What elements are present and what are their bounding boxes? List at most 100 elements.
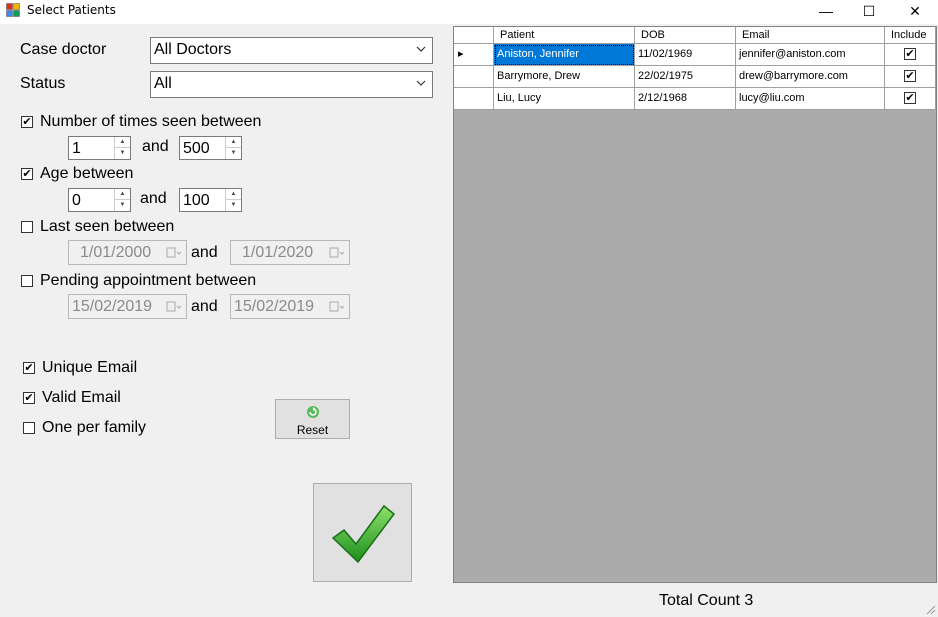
age-to-input[interactable]: 100 ▲ ▼ xyxy=(179,188,242,212)
window-title: Select Patients xyxy=(27,3,116,17)
cell-email[interactable]: lucy@liu.com xyxy=(736,88,885,110)
times-seen-from-value: 1 xyxy=(72,140,81,157)
check-mark-icon: ✔ xyxy=(22,167,32,180)
cell-dob[interactable]: 11/02/1969 xyxy=(635,44,736,66)
calendar-dropdown-icon xyxy=(329,247,345,258)
include-checkbox[interactable]: ✔ xyxy=(904,48,916,60)
one-per-family-label: One per family xyxy=(42,419,147,436)
cell-include[interactable]: ✔ xyxy=(885,44,936,66)
case-doctor-label: Case doctor xyxy=(20,41,107,58)
minimize-button[interactable]: — xyxy=(803,0,849,22)
maximize-button[interactable]: ☐ xyxy=(846,0,892,22)
times-seen-label: Number of times seen between xyxy=(40,113,262,130)
column-header-include[interactable]: Include xyxy=(885,27,936,44)
status-value: All xyxy=(154,75,172,92)
check-mark-icon: ✔ xyxy=(24,361,34,374)
pending-appointment-checkbox[interactable] xyxy=(21,275,33,287)
minimize-icon: — xyxy=(819,3,833,19)
column-header-patient[interactable]: Patient xyxy=(494,27,635,44)
last-seen-to-value: 1/01/2020 xyxy=(242,244,314,261)
check-mark-icon: ✔ xyxy=(905,91,915,104)
pending-to-value: 15/02/2019 xyxy=(234,298,315,315)
spin-buttons: ▲ ▼ xyxy=(114,137,130,159)
row-header[interactable]: ▸ xyxy=(454,44,494,66)
total-count: Total Count 3 xyxy=(659,592,754,609)
unique-email-checkbox[interactable]: ✔ xyxy=(23,362,35,374)
current-row-icon: ▸ xyxy=(458,48,464,60)
row-header[interactable] xyxy=(454,66,494,88)
cell-include[interactable]: ✔ xyxy=(885,66,936,88)
pending-from-date[interactable]: 15/02/2019 xyxy=(68,294,187,319)
age-checkbox[interactable]: ✔ xyxy=(21,168,33,180)
last-seen-from-value: 1/01/2000 xyxy=(80,244,152,261)
case-doctor-value: All Doctors xyxy=(154,41,232,58)
spin-up-icon[interactable]: ▲ xyxy=(226,137,241,148)
cell-include[interactable]: ✔ xyxy=(885,88,936,110)
valid-email-checkbox[interactable]: ✔ xyxy=(23,392,35,404)
cell-email[interactable]: drew@barrymore.com xyxy=(736,66,885,88)
row-header[interactable] xyxy=(454,88,494,110)
spin-up-icon[interactable]: ▲ xyxy=(115,137,130,148)
spin-up-icon[interactable]: ▲ xyxy=(226,189,241,200)
maximize-icon: ☐ xyxy=(862,2,876,19)
spin-buttons: ▲ ▼ xyxy=(114,189,130,211)
last-seen-label: Last seen between xyxy=(40,218,175,235)
check-mark-icon: ✔ xyxy=(905,69,915,82)
age-and-label: and xyxy=(140,190,167,207)
checkmark-icon xyxy=(331,504,396,564)
times-seen-to-value: 500 xyxy=(183,140,210,157)
spin-down-icon[interactable]: ▼ xyxy=(226,200,241,211)
calendar-dropdown-icon xyxy=(166,301,182,312)
cell-email[interactable]: jennifer@aniston.com xyxy=(736,44,885,66)
chevron-down-icon xyxy=(416,46,426,52)
cell-dob[interactable]: 2/12/1968 xyxy=(635,88,736,110)
include-checkbox[interactable]: ✔ xyxy=(904,92,916,104)
pending-from-value: 15/02/2019 xyxy=(72,298,153,315)
spin-down-icon[interactable]: ▼ xyxy=(115,148,130,159)
close-button[interactable]: ✕ xyxy=(892,0,938,22)
ok-button[interactable] xyxy=(313,483,412,582)
age-label: Age between xyxy=(40,165,134,182)
last-seen-checkbox[interactable] xyxy=(21,221,33,233)
pending-to-date[interactable]: 15/02/2019 xyxy=(230,294,350,319)
column-header-dob[interactable]: DOB xyxy=(635,27,736,44)
grid-corner-header xyxy=(454,27,494,44)
cell-dob[interactable]: 22/02/1975 xyxy=(635,66,736,88)
refresh-icon xyxy=(307,406,319,418)
last-seen-from-date[interactable]: 1/01/2000 xyxy=(68,240,187,265)
one-per-family-checkbox[interactable] xyxy=(23,422,35,434)
column-header-email[interactable]: Email xyxy=(736,27,885,44)
calendar-dropdown-icon xyxy=(329,301,345,312)
close-icon: ✕ xyxy=(909,2,921,19)
age-from-input[interactable]: 0 ▲ ▼ xyxy=(68,188,131,212)
app-icon xyxy=(6,3,20,17)
case-doctor-select[interactable]: All Doctors xyxy=(150,37,433,64)
age-from-value: 0 xyxy=(72,192,81,209)
times-seen-to-input[interactable]: 500 ▲ ▼ xyxy=(179,136,242,160)
times-seen-from-input[interactable]: 1 ▲ ▼ xyxy=(68,136,131,160)
spin-buttons: ▲ ▼ xyxy=(225,189,241,211)
times-seen-checkbox[interactable]: ✔ xyxy=(21,116,33,128)
patients-grid[interactable]: Patient DOB Email Include ▸ Aniston, Jen… xyxy=(453,26,937,583)
last-seen-to-date[interactable]: 1/01/2020 xyxy=(230,240,350,265)
spin-down-icon[interactable]: ▼ xyxy=(115,200,130,211)
pending-appointment-label: Pending appointment between xyxy=(40,272,257,289)
cell-patient[interactable]: Liu, Lucy xyxy=(494,88,635,110)
valid-email-label: Valid Email xyxy=(42,389,121,406)
age-to-value: 100 xyxy=(183,192,210,209)
last-seen-and-label: and xyxy=(191,244,218,261)
reset-button[interactable]: Reset xyxy=(275,399,350,439)
pending-and-label: and xyxy=(191,298,218,315)
status-select[interactable]: All xyxy=(150,71,433,98)
resize-grip-icon[interactable] xyxy=(924,603,936,615)
cell-patient[interactable]: Aniston, Jennifer xyxy=(494,44,635,66)
times-seen-and-label: and xyxy=(142,138,169,155)
cell-patient[interactable]: Barrymore, Drew xyxy=(494,66,635,88)
chevron-down-icon xyxy=(416,80,426,86)
spin-buttons: ▲ ▼ xyxy=(225,137,241,159)
spin-down-icon[interactable]: ▼ xyxy=(226,148,241,159)
calendar-dropdown-icon xyxy=(166,247,182,258)
spin-up-icon[interactable]: ▲ xyxy=(115,189,130,200)
include-checkbox[interactable]: ✔ xyxy=(904,70,916,82)
check-mark-icon: ✔ xyxy=(905,47,915,60)
